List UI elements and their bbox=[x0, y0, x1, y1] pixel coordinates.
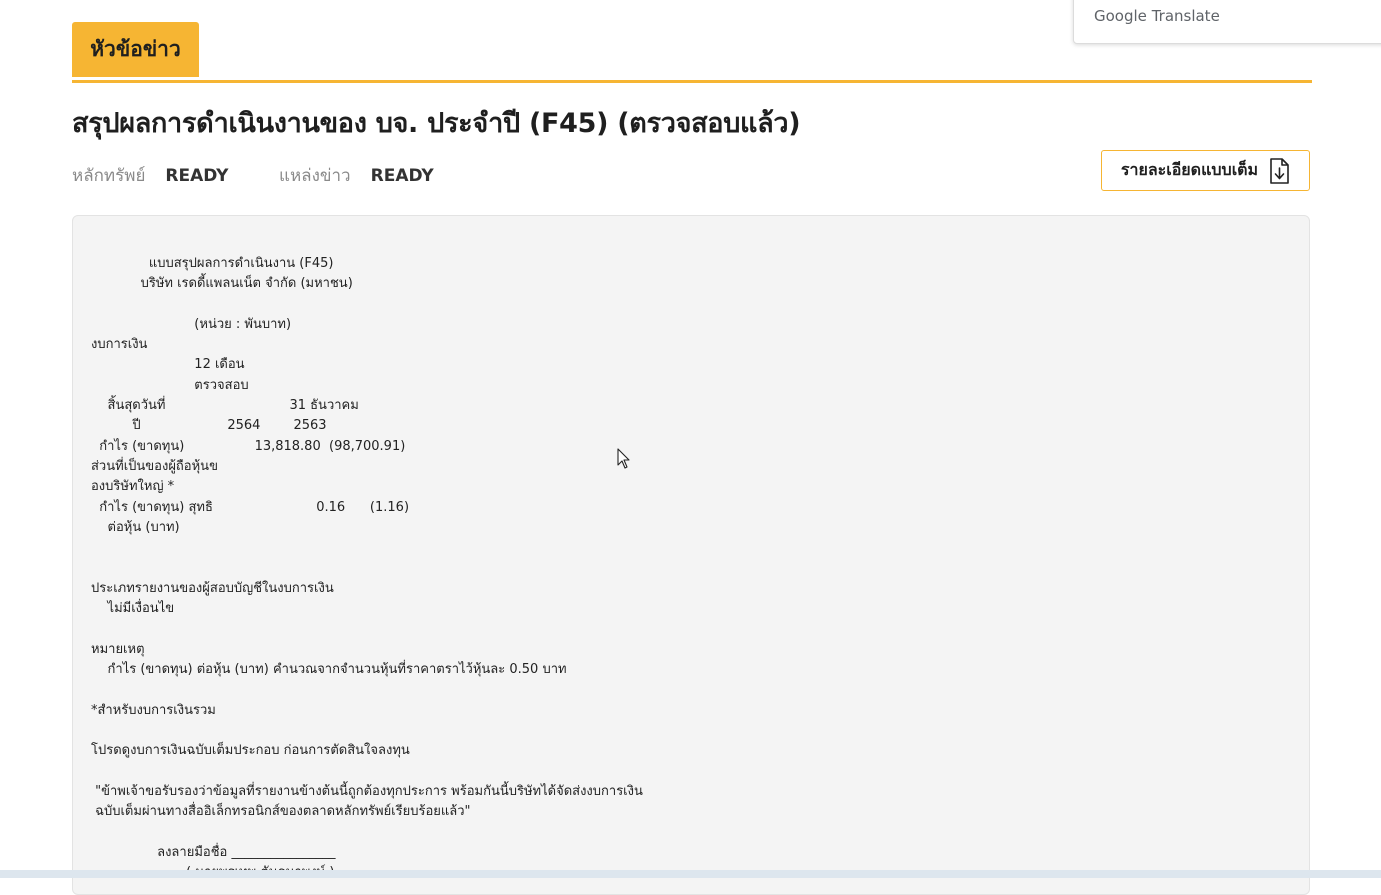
google-translate-label: Google Translate bbox=[1094, 7, 1220, 25]
source-info: แหล่งข่าว READY bbox=[279, 162, 434, 189]
source-label: แหล่งข่าว bbox=[279, 166, 351, 186]
mouse-pointer-icon bbox=[617, 448, 630, 469]
bottom-strip bbox=[0, 870, 1381, 878]
google-logo-text: Google bbox=[1094, 7, 1147, 25]
security-label: หลักทรัพย์ bbox=[72, 166, 146, 186]
announcement-content: แบบสรุปผลการดำเนินงาน (F45) บริษัท เรดดี… bbox=[72, 215, 1310, 895]
security-value: READY bbox=[165, 166, 229, 186]
security-info: หลักทรัพย์ READY bbox=[72, 162, 228, 189]
translate-text: Translate bbox=[1151, 7, 1220, 25]
full-detail-button[interactable]: รายละเอียดแบบเต็ม bbox=[1101, 150, 1310, 191]
google-translate-widget[interactable]: Google Translate bbox=[1073, 0, 1381, 44]
file-download-icon bbox=[1270, 157, 1289, 184]
page-title: สรุปผลการดำเนินงานของ บจ. ประจำปี (F45) … bbox=[72, 108, 801, 139]
full-detail-button-label: รายละเอียดแบบเต็ม bbox=[1120, 160, 1259, 179]
tab-news-headline[interactable]: หัวข้อข่าว bbox=[72, 22, 199, 77]
announcement-text: แบบสรุปผลการดำเนินงาน (F45) บริษัท เรดดี… bbox=[91, 256, 643, 880]
source-value: READY bbox=[370, 166, 434, 186]
